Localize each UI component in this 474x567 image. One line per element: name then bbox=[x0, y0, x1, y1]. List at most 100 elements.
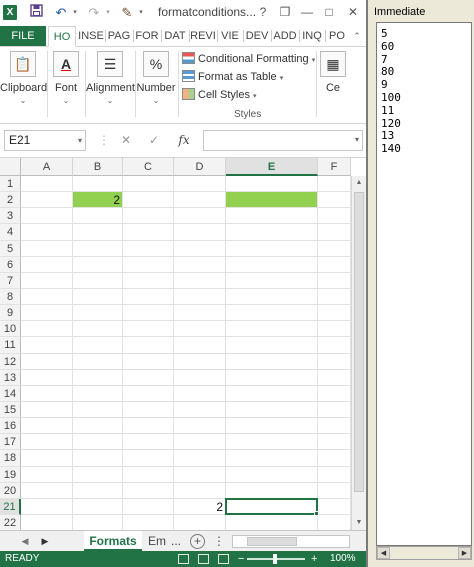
tab-home[interactable]: HO bbox=[48, 26, 76, 47]
row-header-1[interactable]: 1 bbox=[0, 176, 21, 193]
row-header-16[interactable]: 16 bbox=[0, 418, 21, 435]
font-group[interactable]: A Font ⌄ bbox=[48, 49, 84, 105]
row-header-14[interactable]: 14 bbox=[0, 385, 21, 402]
tab-page-layout[interactable]: PAG bbox=[106, 26, 132, 46]
cell-e2-fill[interactable] bbox=[226, 192, 317, 208]
scroll-thumb[interactable] bbox=[354, 192, 364, 492]
cell-b2[interactable]: 2 bbox=[73, 192, 123, 208]
page-layout-view-icon[interactable] bbox=[198, 554, 209, 564]
page-break-view-icon[interactable] bbox=[218, 554, 229, 564]
tab-inquire[interactable]: INQ bbox=[300, 26, 324, 46]
zoom-in-icon[interactable]: + bbox=[311, 551, 317, 567]
conditional-formatting-button[interactable]: Conditional Formatting ▾ bbox=[182, 51, 315, 68]
minimize-icon[interactable]: — bbox=[298, 3, 316, 21]
cell-styles-button[interactable]: Cell Styles ▾ bbox=[182, 87, 257, 104]
tab-insert[interactable]: INSE bbox=[78, 26, 104, 46]
column-header-d[interactable]: D bbox=[174, 158, 226, 176]
cells-group[interactable]: ▦ Ce bbox=[318, 49, 348, 94]
column-header-b[interactable]: B bbox=[73, 158, 123, 176]
worksheet-grid[interactable]: A B C D E F 1 2 3 4 5 6 7 8 9 10 11 12 13 14 15 16 17 18 19 20 21 2… bbox=[0, 158, 366, 532]
tab-formulas[interactable]: FOR bbox=[134, 26, 160, 46]
alignment-group[interactable]: ☰ Alignment ⌄ bbox=[86, 49, 135, 105]
row-header-22[interactable]: 22 bbox=[0, 514, 21, 532]
split-handle-icon[interactable]: ⋮ bbox=[212, 533, 226, 549]
format-painter-icon[interactable]: ✎ bbox=[119, 4, 135, 22]
more-icon[interactable]: ⋮ bbox=[96, 131, 112, 150]
sheet-tab-more[interactable]: ... bbox=[168, 531, 184, 551]
select-all-corner[interactable] bbox=[0, 158, 21, 176]
tab-developer[interactable]: DEV bbox=[244, 26, 270, 46]
selected-cell-e21[interactable] bbox=[225, 497, 318, 515]
immediate-output[interactable]: 5 60 7 80 9 100 11 120 13 140 bbox=[376, 22, 472, 546]
tab-power[interactable]: PO bbox=[326, 26, 348, 46]
vertical-scrollbar[interactable]: ▲ ▼ bbox=[351, 176, 366, 530]
row-header-11[interactable]: 11 bbox=[0, 337, 21, 354]
row-header-10[interactable]: 10 bbox=[0, 321, 21, 338]
zoom-out-icon[interactable]: − bbox=[238, 551, 244, 567]
row-header-8[interactable]: 8 bbox=[0, 288, 21, 306]
scroll-left-icon[interactable]: ◀ bbox=[377, 547, 390, 559]
scroll-up-icon[interactable]: ▲ bbox=[352, 176, 366, 190]
row-header-5[interactable]: 5 bbox=[0, 240, 21, 257]
chevron-down-icon[interactable]: ▾ bbox=[78, 131, 82, 150]
tab-add-ins[interactable]: ADD bbox=[272, 26, 298, 46]
immediate-horizontal-scrollbar[interactable]: ◀ ▶ bbox=[376, 546, 472, 560]
ribbon-display-icon[interactable]: ❐ bbox=[276, 3, 294, 21]
tab-data[interactable]: DAT bbox=[162, 26, 188, 46]
row-header-15[interactable]: 15 bbox=[0, 401, 21, 419]
horizontal-scrollbar[interactable] bbox=[232, 535, 350, 548]
row-header-13[interactable]: 13 bbox=[0, 369, 21, 386]
redo-dropdown-icon[interactable]: ▾ bbox=[103, 4, 113, 22]
column-header-c[interactable]: C bbox=[123, 158, 174, 176]
zoom-slider-knob[interactable] bbox=[273, 554, 277, 564]
row-header-9[interactable]: 9 bbox=[0, 305, 21, 322]
tab-review[interactable]: REVI bbox=[190, 26, 216, 46]
undo-icon[interactable]: ↶ bbox=[53, 4, 69, 22]
insert-function-icon[interactable]: fx bbox=[176, 131, 192, 150]
zoom-level[interactable]: 100% bbox=[330, 551, 356, 567]
row-header-19[interactable]: 19 bbox=[0, 466, 21, 483]
redo-icon[interactable]: ↷ bbox=[86, 4, 102, 22]
row-header-20[interactable]: 20 bbox=[0, 482, 21, 499]
customize-toolbar-icon[interactable]: ▾ bbox=[136, 4, 146, 22]
row-header-12[interactable]: 12 bbox=[0, 353, 21, 370]
row-header-18[interactable]: 18 bbox=[0, 450, 21, 467]
undo-dropdown-icon[interactable]: ▾ bbox=[70, 4, 80, 22]
tab-view[interactable]: VIE bbox=[218, 26, 242, 46]
enter-icon[interactable]: ✓ bbox=[146, 131, 162, 150]
add-sheet-icon[interactable]: + bbox=[190, 534, 205, 549]
tab-file[interactable]: FILE bbox=[0, 26, 46, 46]
scroll-thumb[interactable] bbox=[247, 537, 297, 546]
number-group[interactable]: % Number ⌄ bbox=[136, 49, 176, 105]
row-header-3[interactable]: 3 bbox=[0, 208, 21, 225]
sheet-tab-formats[interactable]: Formats bbox=[84, 531, 142, 551]
column-header-e[interactable]: E bbox=[226, 158, 318, 176]
scroll-down-icon[interactable]: ▼ bbox=[352, 516, 366, 530]
cancel-icon[interactable]: ✕ bbox=[118, 131, 134, 150]
format-as-table-button[interactable]: Format as Table ▾ bbox=[182, 69, 283, 86]
scroll-right-icon[interactable]: ▶ bbox=[38, 533, 52, 549]
collapse-ribbon-icon[interactable]: ⌃ bbox=[350, 26, 364, 46]
row-header-4[interactable]: 4 bbox=[0, 224, 21, 241]
row-header-17[interactable]: 17 bbox=[0, 434, 21, 451]
formula-input[interactable]: ▾ bbox=[203, 130, 363, 151]
row-header-6[interactable]: 6 bbox=[0, 256, 21, 273]
maximize-icon[interactable]: □ bbox=[320, 3, 338, 21]
close-icon[interactable]: ✕ bbox=[344, 3, 362, 21]
clipboard-group[interactable]: 📋 Clipboard ⌄ bbox=[0, 49, 47, 105]
column-header-f[interactable]: F bbox=[318, 158, 351, 176]
chevron-down-icon[interactable]: ▾ bbox=[355, 135, 359, 144]
row-header-21[interactable]: 21 bbox=[0, 498, 21, 515]
scroll-left-icon[interactable]: ◀ bbox=[18, 533, 32, 549]
name-box[interactable]: E21 ▾ bbox=[4, 130, 86, 151]
row-header-2[interactable]: 2 bbox=[0, 192, 21, 209]
save-icon[interactable] bbox=[28, 4, 44, 22]
normal-view-icon[interactable] bbox=[178, 554, 189, 564]
cell-d21[interactable]: 2 bbox=[174, 499, 226, 515]
column-header-a[interactable]: A bbox=[21, 158, 73, 176]
fill-handle[interactable] bbox=[314, 510, 319, 516]
sheet-tab-em[interactable]: Em bbox=[146, 531, 168, 551]
row-header-7[interactable]: 7 bbox=[0, 272, 21, 289]
scroll-right-icon[interactable]: ▶ bbox=[458, 547, 471, 559]
help-icon[interactable]: ? bbox=[254, 3, 272, 21]
